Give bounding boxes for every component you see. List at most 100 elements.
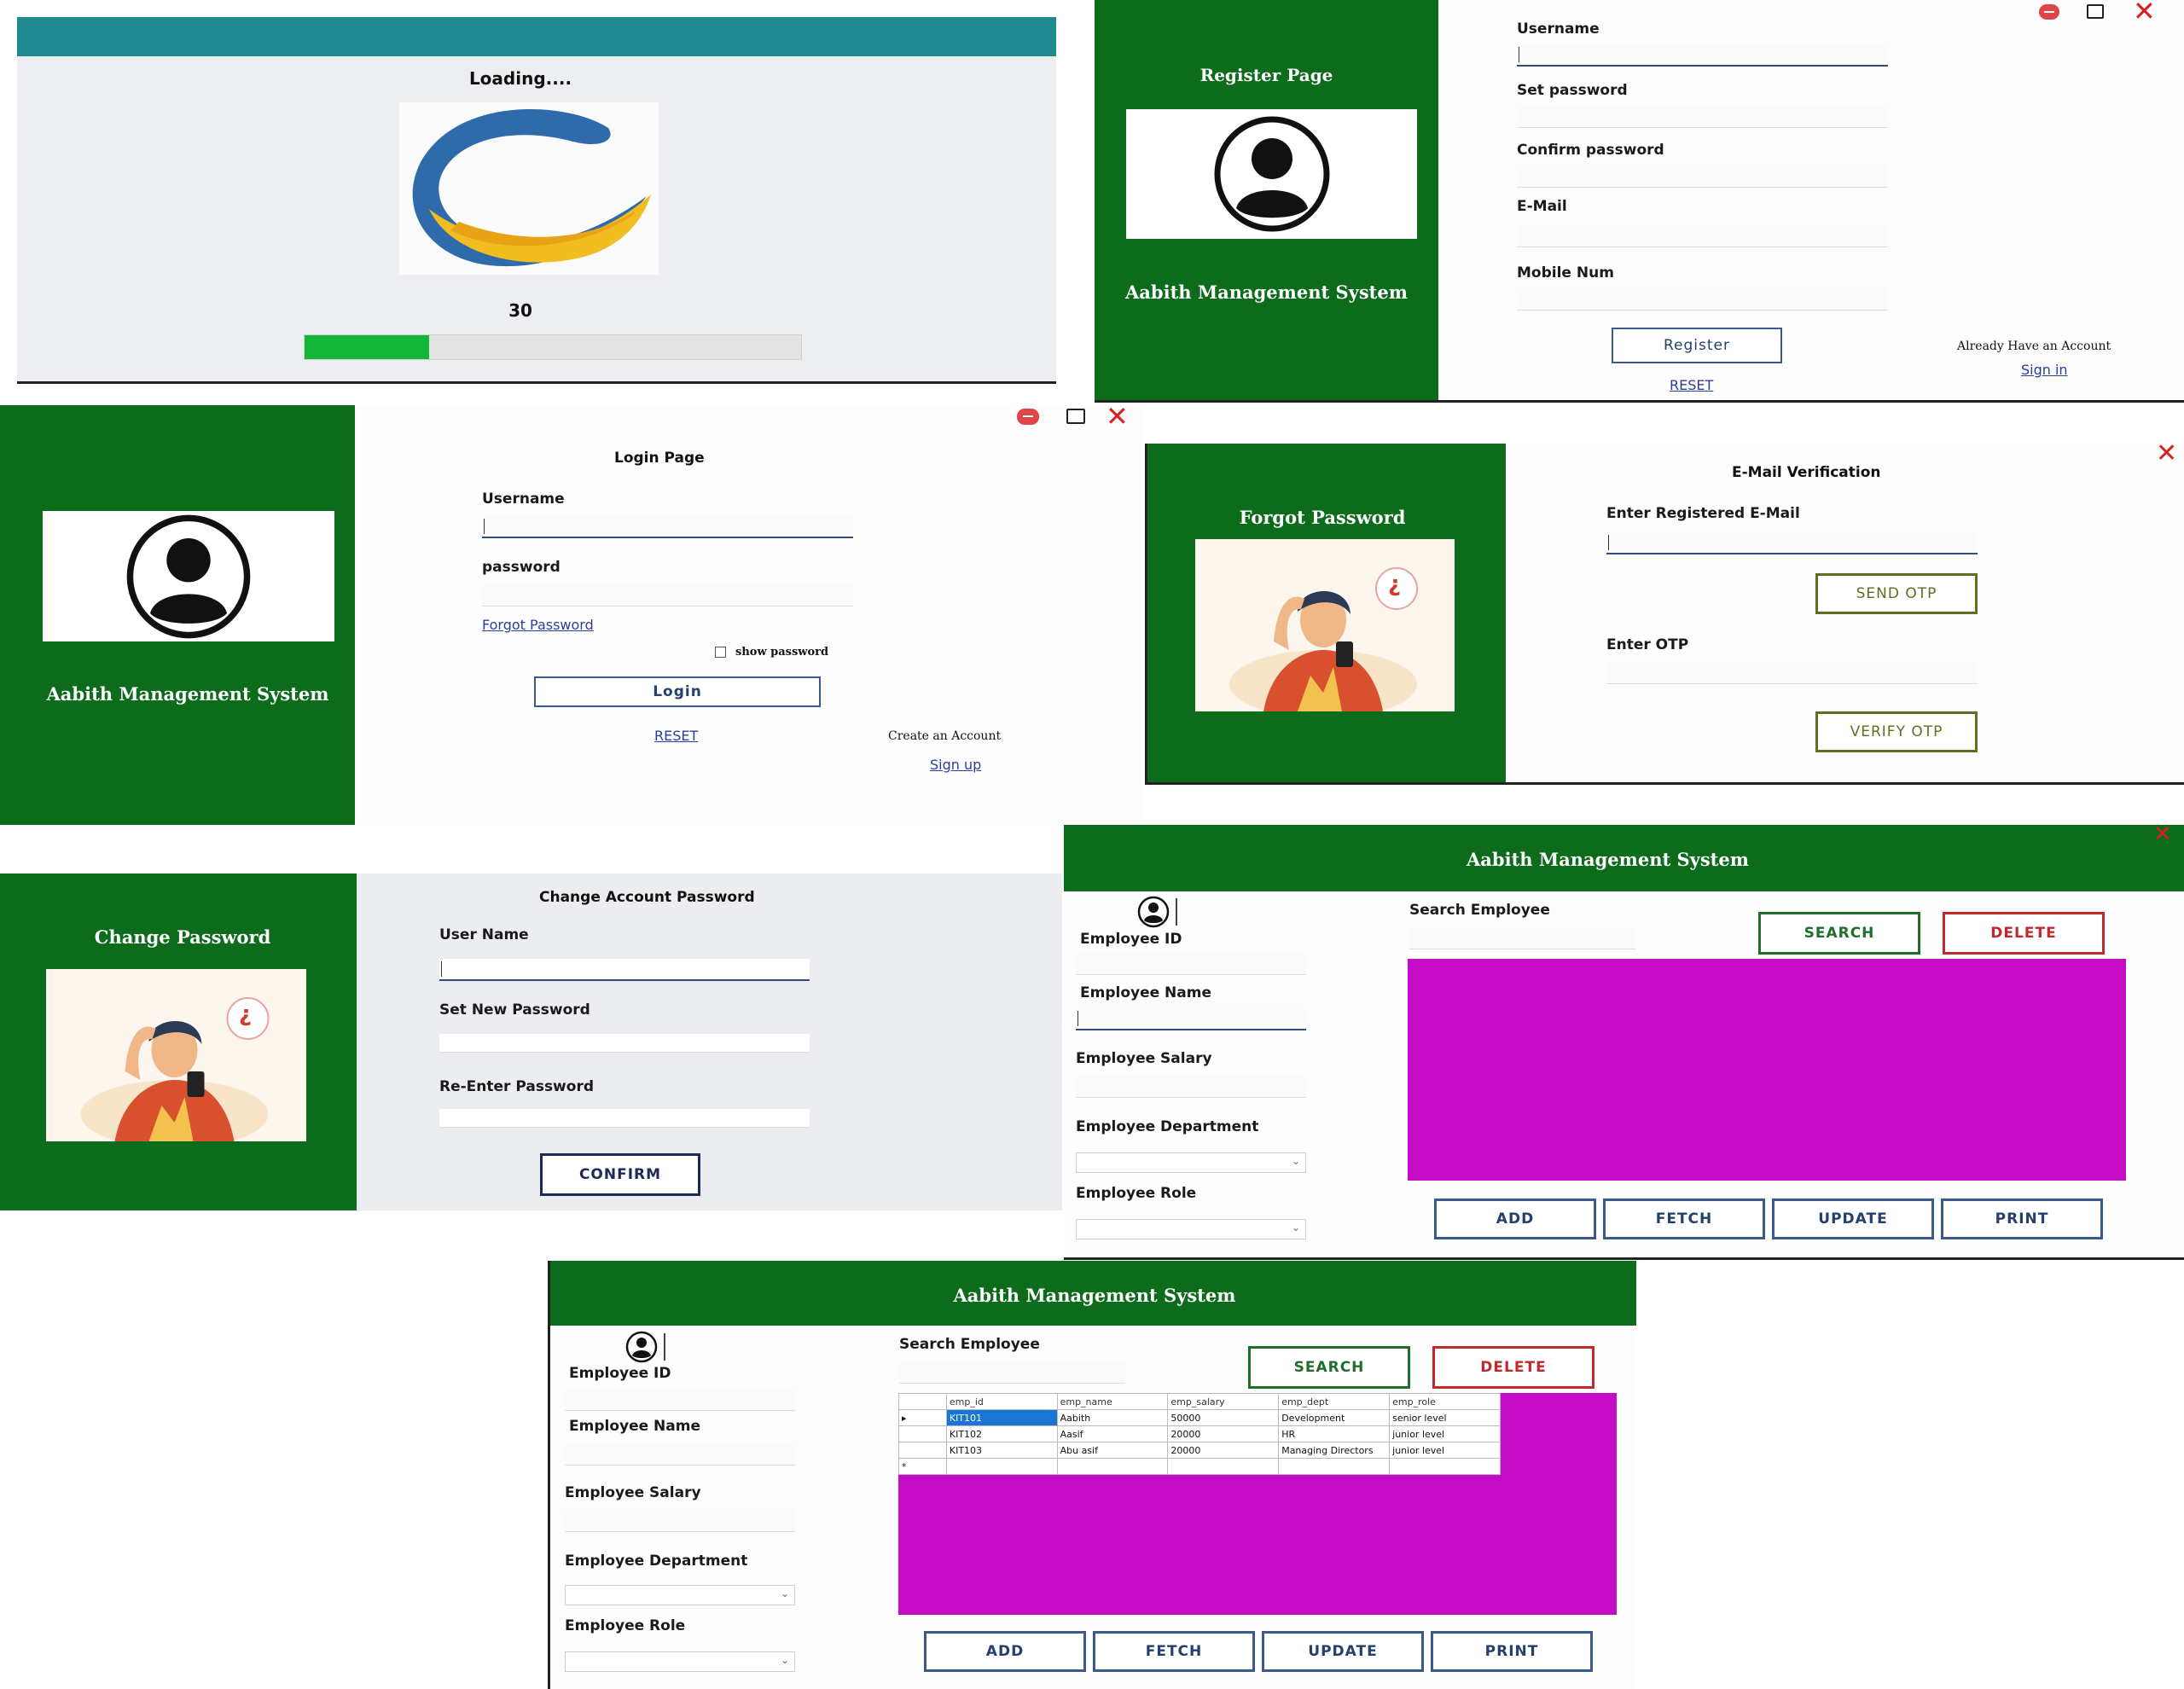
login-username-input[interactable]	[482, 516, 853, 538]
table-cell[interactable]: Managing Directors	[1278, 1442, 1391, 1459]
employee-salary-input[interactable]	[565, 1510, 795, 1532]
employee-data-grid[interactable]	[1408, 959, 2126, 1181]
table-cell[interactable]: 50000	[1167, 1409, 1280, 1426]
sign-up-link[interactable]: Sign up	[930, 757, 981, 773]
search-employee-input[interactable]	[899, 1361, 1125, 1384]
row-header-cell	[898, 1393, 947, 1410]
registered-email-label: Enter Registered E-Mail	[1606, 505, 1800, 522]
table-cell[interactable]: KIT103	[945, 1442, 1058, 1459]
add-button[interactable]: ADD	[924, 1631, 1086, 1672]
table-cell[interactable]: 20000	[1167, 1425, 1280, 1442]
minimize-icon[interactable]	[2039, 4, 2059, 20]
table-cell[interactable]: Aasif	[1056, 1425, 1169, 1442]
row-selector[interactable]	[898, 1425, 947, 1442]
table-cell[interactable]: Abu asif	[1056, 1442, 1169, 1459]
otp-input[interactable]	[1606, 662, 1978, 684]
minimize-icon[interactable]	[1017, 409, 1039, 425]
register-confirm-password-input[interactable]	[1517, 165, 1888, 188]
column-header[interactable]: emp_name	[1056, 1393, 1169, 1410]
search-button[interactable]: SEARCH	[1758, 912, 1920, 955]
forgot-password-link[interactable]: Forgot Password	[482, 617, 594, 633]
employee-department-select[interactable]: ⌄	[1076, 1152, 1306, 1173]
register-set-password-input[interactable]	[1517, 106, 1888, 128]
verify-otp-button[interactable]: VERIFY OTP	[1815, 711, 1978, 752]
table-cell[interactable]: senior level	[1389, 1409, 1501, 1426]
table-cell[interactable]	[1278, 1458, 1391, 1475]
fetch-button[interactable]: FETCH	[1603, 1199, 1765, 1239]
print-button[interactable]: PRINT	[1431, 1631, 1593, 1672]
register-username-input[interactable]	[1517, 44, 1888, 67]
employee-department-select[interactable]: ⌄	[565, 1585, 795, 1605]
delete-button[interactable]: DELETE	[1432, 1346, 1594, 1389]
table-cell[interactable]: junior level	[1389, 1425, 1501, 1442]
close-icon[interactable]: ✕	[1106, 405, 1129, 432]
row-selector[interactable]: *	[898, 1458, 947, 1475]
table-cell[interactable]: Development	[1278, 1409, 1391, 1426]
register-mobile-input[interactable]	[1517, 288, 1888, 311]
employee-table[interactable]: emp_id emp_name emp_salary emp_dept emp_…	[898, 1393, 1501, 1475]
confirm-button[interactable]: CONFIRM	[540, 1153, 700, 1196]
add-button[interactable]: ADD	[1434, 1199, 1596, 1239]
search-button[interactable]: SEARCH	[1248, 1346, 1410, 1389]
registered-email-input[interactable]	[1606, 532, 1978, 554]
employee-role-select[interactable]: ⌄	[1076, 1219, 1306, 1239]
register-button[interactable]: Register	[1612, 328, 1782, 363]
register-set-password-label: Set password	[1517, 82, 1628, 99]
employee-id-input[interactable]	[565, 1389, 795, 1411]
table-row[interactable]: KIT103 Abu asif 20000 Managing Directors…	[898, 1442, 1501, 1459]
column-header[interactable]: emp_id	[945, 1393, 1058, 1410]
maximize-icon[interactable]	[1066, 409, 1085, 424]
reenter-password-input[interactable]	[439, 1109, 810, 1128]
employee-data-grid[interactable]: emp_id emp_name emp_salary emp_dept emp_…	[898, 1393, 1617, 1615]
chevron-down-icon: ⌄	[1291, 1222, 1300, 1233]
close-icon[interactable]: ✕	[2153, 825, 2172, 847]
employee-id-input[interactable]	[1076, 953, 1306, 975]
delete-button[interactable]: DELETE	[1943, 912, 2105, 955]
table-cell[interactable]: Aabith	[1056, 1409, 1169, 1426]
change-username-input[interactable]	[439, 959, 810, 981]
update-button[interactable]: UPDATE	[1772, 1199, 1934, 1239]
table-cell[interactable]: KIT102	[945, 1425, 1058, 1442]
new-password-input[interactable]	[439, 1034, 810, 1053]
register-username-label: Username	[1517, 20, 1600, 38]
table-cell[interactable]: 20000	[1167, 1442, 1280, 1459]
search-employee-input[interactable]	[1409, 927, 1635, 949]
table-row[interactable]: ▸ KIT101 Aabith 50000 Development senior…	[898, 1409, 1501, 1426]
close-icon[interactable]: ✕	[2156, 444, 2177, 468]
close-icon[interactable]: ✕	[2133, 0, 2156, 27]
update-button[interactable]: UPDATE	[1262, 1631, 1424, 1672]
management-window-empty: Aabith Management System ✕ Employee ID E…	[1064, 825, 2184, 1260]
table-row[interactable]: KIT102 Aasif 20000 HR junior level	[898, 1425, 1501, 1442]
column-header[interactable]: emp_role	[1389, 1393, 1501, 1410]
table-cell[interactable]: KIT101	[945, 1409, 1058, 1426]
fetch-button[interactable]: FETCH	[1093, 1631, 1255, 1672]
employee-name-input[interactable]	[565, 1443, 795, 1466]
send-otp-button[interactable]: SEND OTP	[1815, 573, 1978, 614]
row-selector[interactable]	[898, 1442, 947, 1459]
login-password-input[interactable]	[482, 584, 853, 607]
table-cell[interactable]	[1056, 1458, 1169, 1475]
employee-role-select[interactable]: ⌄	[565, 1651, 795, 1672]
login-button[interactable]: Login	[534, 676, 821, 707]
show-password-checkbox[interactable]	[715, 647, 726, 658]
employee-name-label: Employee Name	[1080, 984, 1212, 1001]
sign-in-link[interactable]: Sign in	[2021, 362, 2068, 378]
table-cell[interactable]	[945, 1458, 1058, 1475]
table-cell[interactable]: HR	[1278, 1425, 1391, 1442]
print-button[interactable]: PRINT	[1941, 1199, 2103, 1239]
column-header[interactable]: emp_salary	[1167, 1393, 1280, 1410]
table-cell[interactable]	[1389, 1458, 1501, 1475]
row-selector[interactable]: ▸	[898, 1409, 947, 1426]
employee-name-input[interactable]	[1076, 1008, 1306, 1030]
login-reset-link[interactable]: RESET	[654, 728, 698, 744]
table-cell[interactable]: junior level	[1389, 1442, 1501, 1459]
maximize-icon[interactable]	[2087, 4, 2104, 19]
management-header: Aabith Management System	[1064, 825, 2184, 891]
register-email-input[interactable]	[1517, 225, 1888, 247]
table-cell[interactable]	[1167, 1458, 1280, 1475]
register-reset-link[interactable]: RESET	[1670, 377, 1713, 393]
employee-salary-input[interactable]	[1076, 1076, 1306, 1098]
column-header[interactable]: emp_dept	[1278, 1393, 1391, 1410]
table-new-row[interactable]: *	[898, 1458, 1501, 1475]
login-username-label: Username	[482, 490, 565, 508]
